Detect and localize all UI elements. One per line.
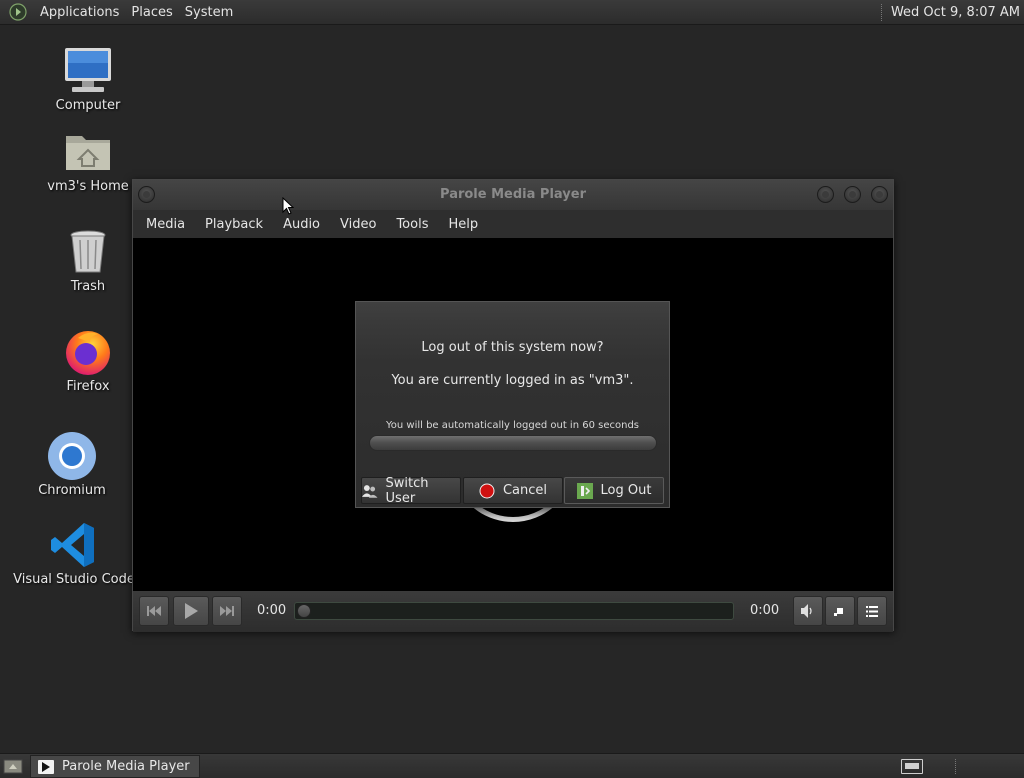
menubar: Media Playback Audio Video Tools Help bbox=[133, 210, 893, 238]
speaker-icon bbox=[801, 604, 812, 618]
desktop-icon-vscode[interactable]: Visual Studio Code bbox=[9, 519, 139, 587]
play-icon bbox=[185, 603, 198, 619]
menu-video[interactable]: Video bbox=[330, 217, 386, 232]
log-out-label: Log Out bbox=[600, 483, 652, 498]
next-button[interactable] bbox=[212, 596, 242, 626]
play-button[interactable] bbox=[173, 596, 209, 626]
vscode-icon bbox=[51, 523, 94, 567]
menu-tools[interactable]: Tools bbox=[386, 217, 438, 232]
taskbar-item-label: Parole Media Player bbox=[62, 759, 190, 774]
panel-separator bbox=[955, 759, 956, 774]
desktop-icon-computer[interactable]: Computer bbox=[23, 45, 153, 113]
menu-help[interactable]: Help bbox=[438, 217, 488, 232]
desktop-icon-label: Visual Studio Code bbox=[13, 572, 135, 587]
menu-media[interactable]: Media bbox=[136, 217, 195, 232]
skip-forward-icon bbox=[220, 606, 234, 616]
log-out-button[interactable]: Log Out bbox=[564, 477, 664, 504]
menu-playback[interactable]: Playback bbox=[195, 217, 273, 232]
applications-logo-icon[interactable] bbox=[9, 3, 27, 21]
users-icon bbox=[362, 484, 378, 498]
window-menu-button[interactable] bbox=[138, 186, 155, 203]
applications-menu[interactable]: Applications bbox=[34, 5, 125, 20]
cancel-button[interactable]: Cancel bbox=[463, 477, 563, 504]
minimize-button[interactable] bbox=[817, 186, 834, 203]
desktop-icon-label: Chromium bbox=[38, 483, 106, 498]
skip-back-icon bbox=[147, 606, 161, 616]
seek-handle[interactable] bbox=[297, 604, 311, 618]
switch-user-button[interactable]: Switch User bbox=[361, 475, 461, 506]
desktop-icon-chromium[interactable]: Chromium bbox=[7, 430, 137, 498]
taskbar-item-parole[interactable]: Parole Media Player bbox=[30, 755, 200, 778]
computer-icon bbox=[65, 48, 111, 92]
previous-button[interactable] bbox=[139, 596, 169, 626]
bottom-panel: Parole Media Player bbox=[0, 753, 1024, 778]
places-menu[interactable]: Places bbox=[125, 5, 178, 20]
top-panel: Applications Places System Wed Oct 9, 8:… bbox=[0, 0, 1024, 25]
show-desktop-icon[interactable] bbox=[3, 758, 23, 774]
switch-user-label: Switch User bbox=[385, 475, 429, 506]
logout-dialog[interactable]: Log out of this system now? You are curr… bbox=[355, 301, 670, 508]
fullscreen-icon bbox=[834, 608, 843, 616]
time-elapsed: 0:00 bbox=[257, 603, 287, 618]
playlist-button[interactable] bbox=[857, 596, 887, 626]
volume-button[interactable] bbox=[793, 596, 823, 626]
close-button[interactable] bbox=[871, 186, 888, 203]
trash-icon bbox=[70, 230, 106, 273]
clock[interactable]: Wed Oct 9, 8:07 AM bbox=[891, 5, 1024, 20]
logout-progress-bar bbox=[369, 435, 657, 451]
logout-question: Log out of this system now? bbox=[421, 340, 604, 355]
media-player-icon bbox=[38, 759, 54, 774]
playlist-icon bbox=[866, 605, 878, 617]
home-folder-icon bbox=[66, 136, 110, 170]
mouse-cursor-icon bbox=[282, 197, 294, 215]
chromium-icon bbox=[48, 432, 96, 480]
seek-bar[interactable] bbox=[294, 602, 734, 620]
auto-logout-countdown: You will be automatically logged out in … bbox=[385, 420, 640, 431]
menu-audio[interactable]: Audio bbox=[273, 217, 330, 232]
firefox-icon bbox=[66, 331, 110, 375]
desktop-icon-label: Computer bbox=[55, 98, 121, 113]
panel-separator bbox=[880, 4, 883, 21]
maximize-button[interactable] bbox=[844, 186, 861, 203]
playback-controls: 0:00 0:00 bbox=[133, 591, 893, 632]
cancel-icon bbox=[479, 483, 495, 498]
cancel-label: Cancel bbox=[502, 483, 548, 498]
time-total: 0:00 bbox=[750, 603, 780, 618]
logged-in-as-text: You are currently logged in as "vm3". bbox=[391, 373, 634, 388]
workspace-switcher[interactable] bbox=[901, 759, 923, 774]
system-menu[interactable]: System bbox=[179, 5, 239, 20]
fullscreen-button[interactable] bbox=[825, 596, 855, 626]
window-title: Parole Media Player bbox=[440, 187, 586, 202]
window-titlebar[interactable]: Parole Media Player bbox=[133, 180, 893, 210]
exit-icon bbox=[576, 482, 593, 499]
